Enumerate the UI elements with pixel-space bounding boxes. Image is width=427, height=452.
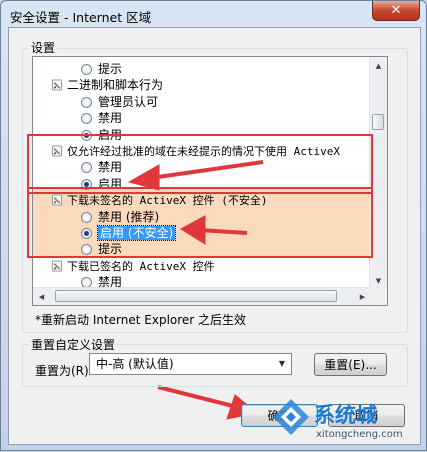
- security-settings-dialog: 安全设置 - Internet 区域 ✕ 设置 提示二进制和脚本行为 管理员认可禁…: [0, 0, 427, 451]
- xitongcheng-logo-icon: [273, 399, 309, 435]
- settings-category-icon: [51, 260, 63, 272]
- radio-unchecked-icon[interactable]: [81, 64, 92, 75]
- setting-category[interactable]: 二进制和脚本行为: [51, 77, 163, 93]
- restart-note: *重新启动 Internet Explorer 之后生效: [35, 313, 247, 327]
- scroll-up-icon[interactable]: ▲: [370, 57, 387, 74]
- reset-to-label: 重置为(R):: [35, 364, 93, 378]
- window-title: 安全设置 - Internet 区域: [10, 10, 152, 25]
- radio-unchecked-icon[interactable]: [81, 113, 92, 125]
- setting-label: 禁用: [98, 111, 123, 126]
- watermark-url: xitongcheng.com: [316, 429, 403, 440]
- setting-option[interactable]: 管理员认可: [81, 94, 158, 110]
- scroll-down-icon[interactable]: ▼: [370, 272, 387, 289]
- reset-level-value: 中-高 (默认值): [96, 357, 174, 371]
- setting-option[interactable]: 禁用: [81, 110, 122, 126]
- vertical-scroll-thumb[interactable]: [372, 114, 384, 130]
- settings-category-icon: [51, 79, 63, 91]
- reset-group-label: 重置自定义设置: [29, 336, 118, 353]
- setting-label: 提示: [98, 62, 123, 76]
- setting-label: 二进制和脚本行为: [67, 78, 164, 93]
- radio-unchecked-icon[interactable]: [81, 96, 92, 108]
- close-icon: ✕: [390, 3, 402, 18]
- settings-group-label: 设置: [29, 39, 58, 56]
- reset-button[interactable]: 重置(E)...: [314, 353, 387, 376]
- horizontal-scroll-thumb[interactable]: [55, 290, 337, 302]
- scroll-right-icon[interactable]: ▶: [354, 288, 371, 305]
- watermark: 系统城 xitongcheng.com: [261, 389, 427, 452]
- annotation-box-activex-domain: [27, 134, 373, 194]
- annotation-box-unsigned-activex: [27, 187, 373, 258]
- setting-label: 管理员认可: [98, 94, 159, 109]
- setting-category[interactable]: 下载已签名的 ActiveX 控件: [51, 258, 215, 274]
- reset-level-select[interactable]: 中-高 (默认值) ▼: [89, 353, 292, 375]
- setting-option[interactable]: 提示: [81, 61, 122, 77]
- chevron-down-icon[interactable]: ▼: [273, 354, 291, 374]
- setting-label: 下载已签名的 ActiveX 控件: [67, 259, 215, 273]
- scrollbar-corner: [370, 288, 387, 305]
- close-button[interactable]: ✕: [372, 1, 420, 21]
- watermark-brand: 系统城: [314, 403, 377, 427]
- scroll-left-icon[interactable]: ◀: [33, 288, 50, 305]
- horizontal-scrollbar[interactable]: ◀ ▶: [33, 287, 371, 305]
